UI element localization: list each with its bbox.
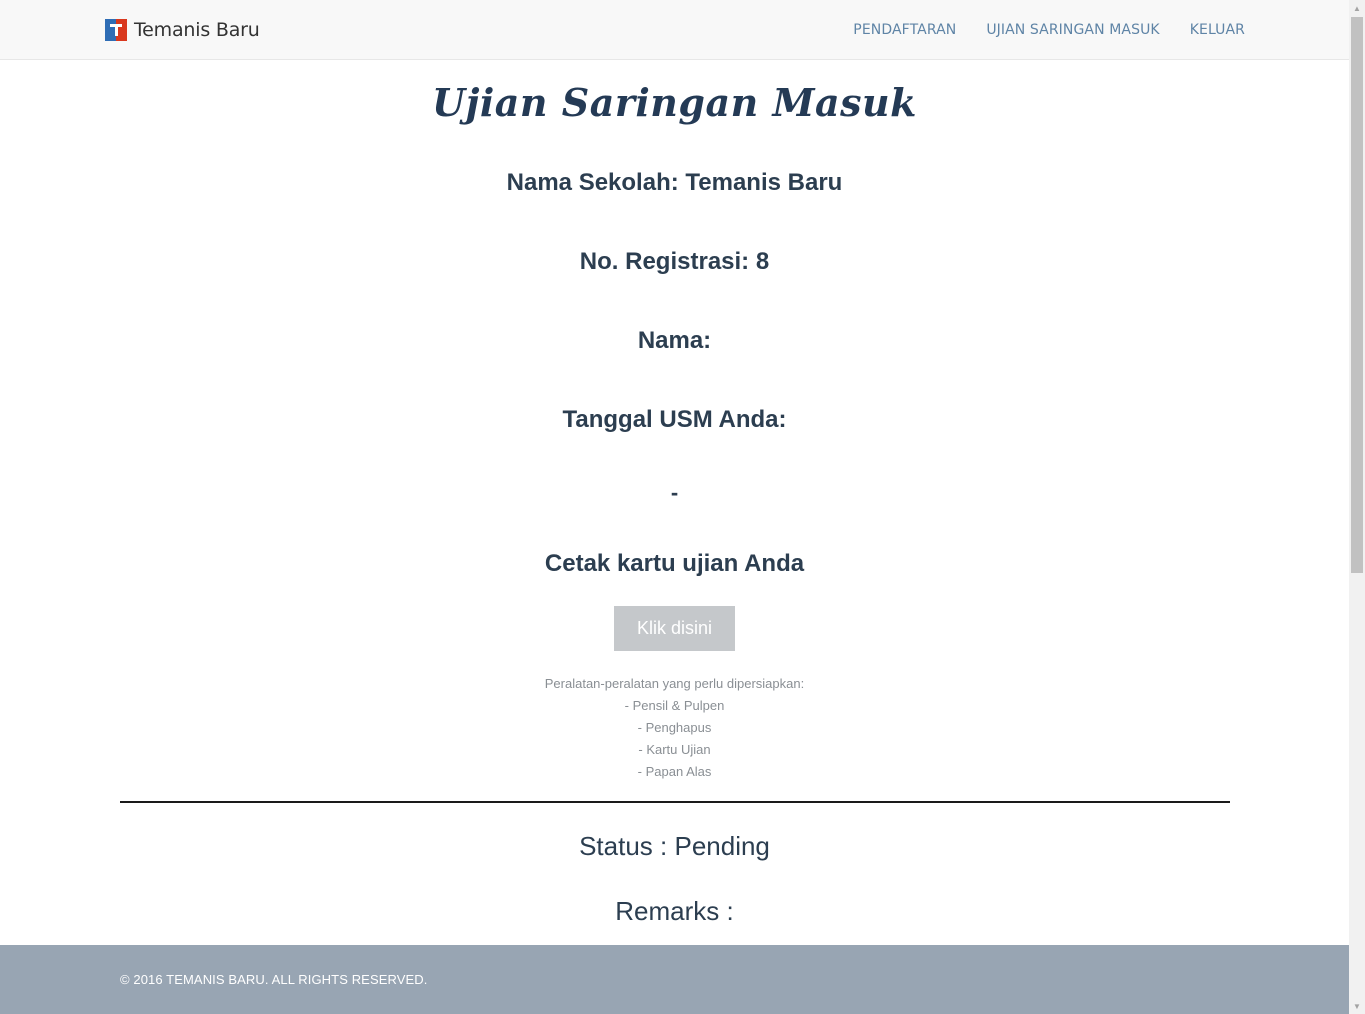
nav-link-ujian-saringan-masuk[interactable]: UJIAN SARINGAN MASUK [986, 22, 1159, 38]
brand-link[interactable]: Temanis Baru [105, 19, 260, 41]
remarks-text: Remarks : [615, 896, 734, 926]
registration-number-heading: No. Registrasi: 8 [579, 248, 770, 275]
school-name-heading: Nama Sekolah: Temanis Baru [506, 169, 843, 196]
scrollbar-thumb[interactable] [1351, 17, 1363, 573]
divider [120, 801, 1230, 803]
brand-name: Temanis Baru [134, 19, 260, 41]
print-card-heading: Cetak kartu ujian Anda [544, 550, 805, 577]
name-heading: Nama: [637, 327, 712, 354]
page-title: Ujian Saringan Masuk [431, 80, 918, 125]
brand-logo-icon [105, 19, 127, 41]
nav-link-pendaftaran[interactable]: PENDAFTARAN [853, 22, 956, 38]
equipment-list: Peralatan-peralatan yang perlu dipersiap… [0, 673, 1349, 783]
navbar: Temanis Baru PENDAFTARAN UJIAN SARINGAN … [0, 0, 1349, 60]
scroll-up-arrow-icon[interactable]: ▲ [1349, 0, 1365, 16]
nav-menu: PENDAFTARAN UJIAN SARINGAN MASUK KELUAR [823, 0, 1245, 60]
nav-link-keluar[interactable]: KELUAR [1190, 22, 1245, 38]
equipment-item: - Pensil & Pulpen [624, 698, 725, 713]
exam-date-value: - [670, 480, 679, 505]
page: Temanis Baru PENDAFTARAN UJIAN SARINGAN … [0, 0, 1349, 1014]
scroll-down-arrow-icon[interactable]: ▼ [1349, 998, 1365, 1014]
exam-date-heading: Tanggal USM Anda: [562, 406, 787, 433]
status-text: Status : Pending [579, 831, 770, 861]
equipment-item: - Papan Alas [637, 764, 712, 779]
footer-copyright: © 2016 TEMANIS BARU. ALL RIGHTS RESERVED… [120, 972, 428, 987]
vertical-scrollbar[interactable]: ▲ ▼ [1349, 0, 1365, 1014]
equipment-item: - Kartu Ujian [638, 742, 711, 757]
print-card-button[interactable]: Klik disini [614, 606, 735, 651]
equipment-intro: Peralatan-peralatan yang perlu dipersiap… [544, 676, 805, 691]
footer: © 2016 TEMANIS BARU. ALL RIGHTS RESERVED… [0, 945, 1349, 1014]
equipment-item: - Penghapus [637, 720, 712, 735]
